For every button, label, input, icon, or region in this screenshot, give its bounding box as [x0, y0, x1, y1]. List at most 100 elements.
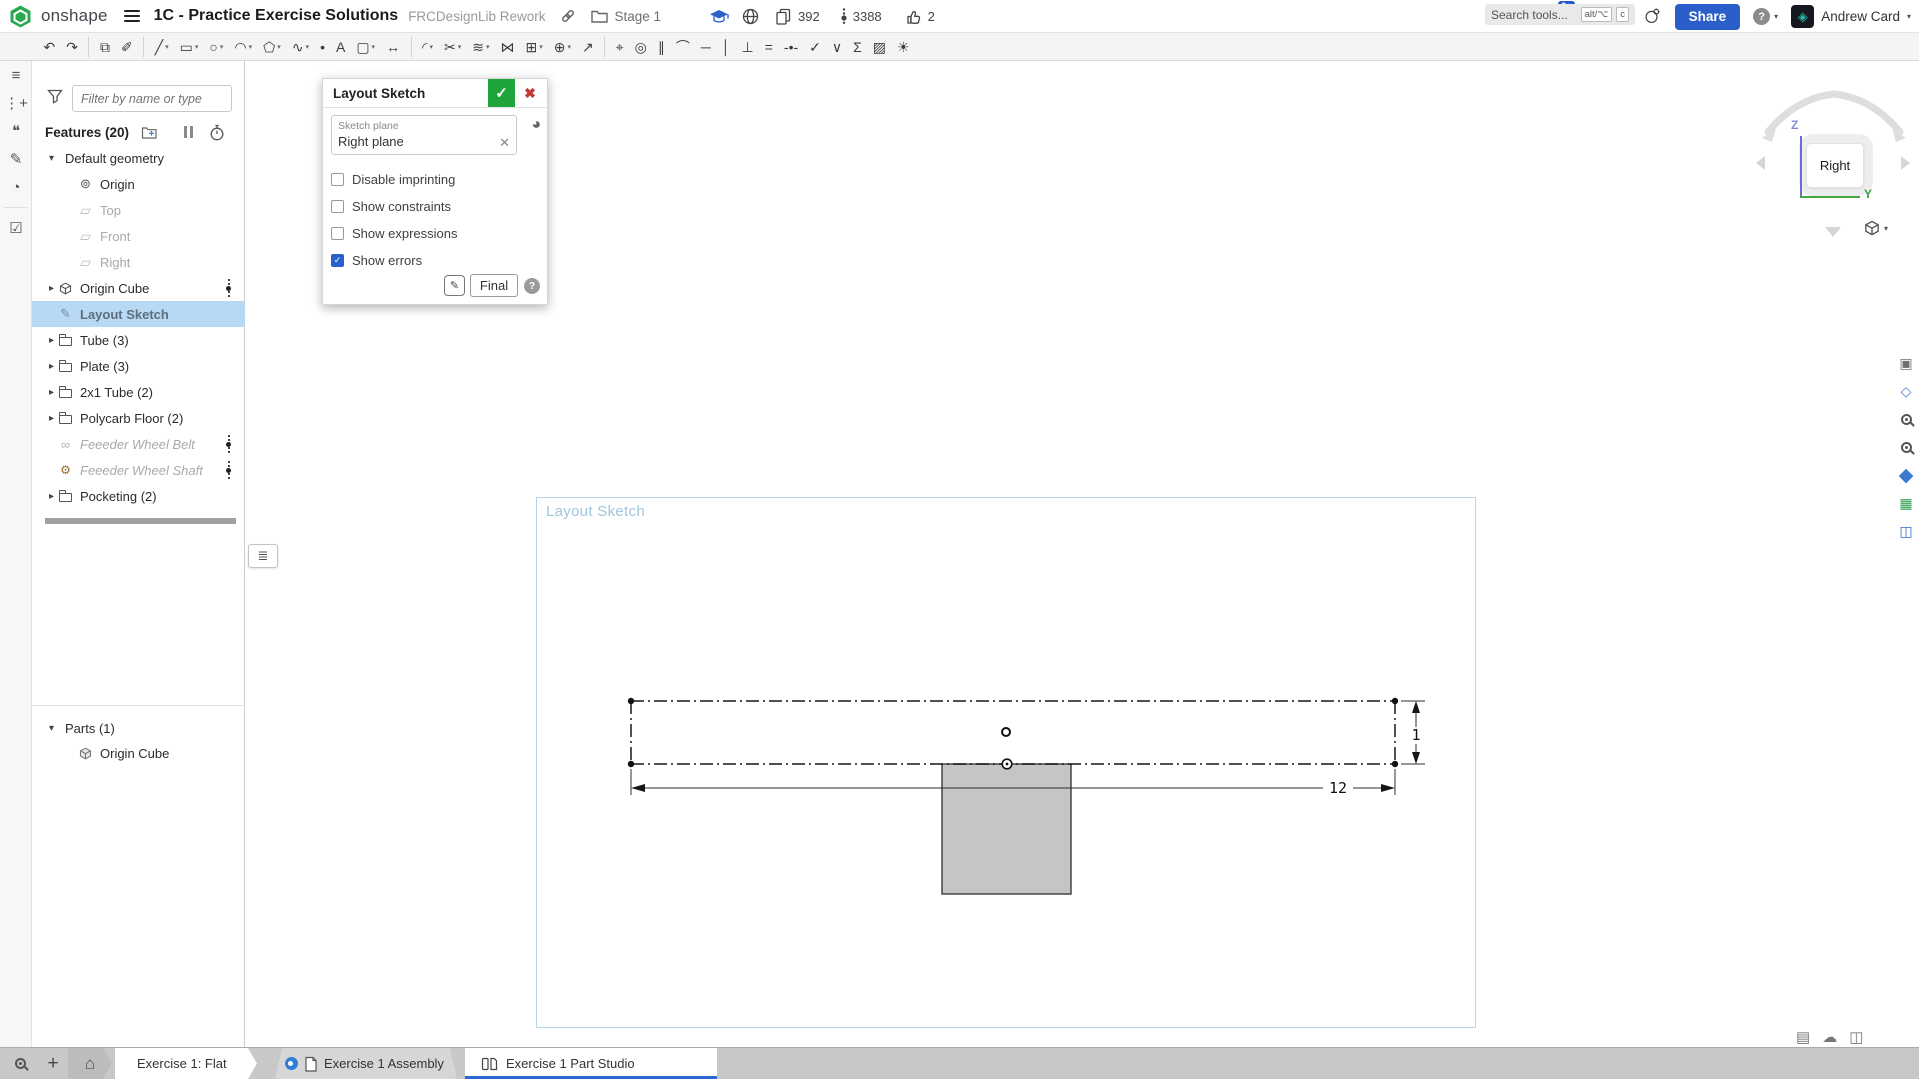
panels-icon[interactable]: ◫ — [1895, 520, 1917, 542]
chevron-right-icon[interactable]: ▸ — [45, 413, 58, 424]
perpendicular-constraint-icon[interactable]: ⊥ — [738, 35, 758, 59]
redo-icon[interactable]: ↷ — [62, 35, 82, 59]
circle-tool-icon[interactable]: ○▾ — [205, 35, 227, 59]
chevron-right-icon[interactable]: ▸ — [45, 283, 58, 294]
polygon-tool-icon[interactable]: ⬠▾ — [259, 35, 285, 59]
normal-constraint-icon[interactable]: ✓ — [805, 35, 825, 59]
checkbox-show-errors[interactable]: ✓ Show errors — [331, 253, 422, 268]
sketch-points[interactable] — [628, 698, 1398, 767]
parts-cube-icon[interactable]: ◆ — [1895, 464, 1917, 486]
filter-input[interactable] — [72, 85, 232, 112]
symmetric-constraint-icon[interactable]: ∨ — [828, 35, 846, 59]
point-tool-icon[interactable]: • — [316, 35, 329, 59]
insert-version-icon[interactable]: ⋮+ — [0, 89, 32, 117]
dimension-tool-icon[interactable]: ↔ — [382, 35, 404, 59]
construction-lines[interactable] — [631, 701, 1395, 764]
part-row-origin-cube[interactable]: Origin Cube — [32, 740, 245, 766]
comments-icon[interactable]: ❝ — [0, 117, 32, 145]
horizontal-constraint-icon[interactable]: ─ — [697, 35, 715, 59]
vertical-constraint-icon[interactable]: │ — [718, 35, 735, 59]
spline-tool-icon[interactable]: ∿▾ — [288, 35, 313, 59]
feature-row-pocketing[interactable]: ▸ Pocketing (2) — [32, 483, 245, 509]
dialog-help-icon[interactable]: ? — [524, 278, 540, 294]
feature-row-feeder-wheel-belt[interactable]: ∞ Feeeder Wheel Belt — [32, 431, 245, 457]
chevron-down-icon[interactable]: ▾ — [372, 43, 376, 51]
part-silhouette[interactable] — [942, 764, 1071, 894]
checkbox-disable-imprinting[interactable]: Disable imprinting — [331, 172, 455, 187]
hamburger-menu-icon[interactable] — [124, 10, 140, 22]
feature-row-right-plane[interactable]: ▱ Right — [32, 249, 245, 275]
confirm-check-icon[interactable]: ✓ — [488, 79, 515, 107]
free-point[interactable] — [1002, 728, 1010, 736]
dimension-vertical[interactable]: 1 — [1411, 701, 1420, 764]
checkbox-show-constraints[interactable]: Show constraints — [331, 199, 451, 214]
stage-breadcrumb[interactable]: Stage 1 — [614, 9, 661, 24]
insert-dxf-dwg-icon[interactable]: ✐ — [117, 35, 137, 59]
new-folder-icon[interactable] — [141, 125, 158, 140]
rectangle-tool-icon[interactable]: ▭▾ — [176, 35, 203, 59]
search-tools-box[interactable]: Search tools... alt/⌥ c — [1485, 4, 1635, 25]
add-tab-button[interactable]: + — [40, 1048, 66, 1079]
tangent-constraint-icon[interactable]: ⌒ — [672, 35, 694, 59]
parallel-constraint-icon[interactable]: ∥ — [654, 35, 669, 59]
chevron-down-icon[interactable]: ▾ — [306, 43, 310, 51]
chevron-down-icon[interactable]: ▾ — [567, 43, 571, 51]
tab-exercise-1-part-studio[interactable]: Exercise 1 Part Studio — [465, 1048, 717, 1079]
checkbox-icon[interactable] — [331, 200, 344, 213]
dialog-header[interactable]: Layout Sketch ✓ ✖ — [323, 79, 547, 108]
chevron-down-icon[interactable]: ▾ — [45, 723, 58, 734]
chevron-right-icon[interactable]: ▸ — [45, 361, 58, 372]
view-cube[interactable]: Right Z Y ▾ — [1748, 84, 1919, 254]
chevron-down-icon[interactable]: ▾ — [195, 43, 199, 51]
rotate-left-icon[interactable] — [1756, 156, 1765, 170]
checkbox-icon[interactable]: ✓ — [331, 254, 344, 267]
mirror-tool-icon[interactable]: ⋈ — [497, 35, 519, 59]
chevron-down-icon[interactable]: ▾ — [458, 43, 462, 51]
view-cube-icon[interactable]: ◇ — [1895, 380, 1917, 402]
help-menu[interactable]: ? ▾ — [1753, 8, 1778, 25]
view-options-cube-icon[interactable]: ▾ — [1864, 220, 1888, 236]
extend-tool-icon[interactable]: ↗ — [578, 35, 598, 59]
feature-row-origin[interactable]: ⊚ Origin — [32, 171, 245, 197]
ai-assistant-icon[interactable] — [1643, 6, 1662, 28]
link-icon[interactable] — [559, 7, 577, 25]
rebuild-timer-icon[interactable] — [209, 124, 225, 141]
zoom-plane-icon[interactable] — [1895, 436, 1917, 458]
feature-row-tube[interactable]: ▸ Tube (3) — [32, 327, 245, 353]
chevron-down-icon[interactable]: ▾ — [220, 43, 224, 51]
pattern-tool-icon[interactable]: ⊞▾ — [522, 35, 547, 59]
suspend-rebuild-icon[interactable] — [184, 126, 193, 138]
thumbs-up-icon[interactable] — [904, 7, 923, 26]
sketch-viewport[interactable]: Layout Sketch 12 — [536, 497, 1476, 1028]
slot-tool-icon[interactable]: ▢▾ — [352, 35, 379, 59]
project-convert-tool-icon[interactable]: ⊕▾ — [550, 35, 575, 59]
feature-row-top-plane[interactable]: ▱ Top — [32, 197, 245, 223]
view-cube-face[interactable]: Right — [1806, 143, 1864, 188]
chevron-down-icon[interactable]: ▾ — [277, 43, 281, 51]
config-table-icon[interactable]: ▦ — [1895, 492, 1917, 514]
fillet-tool-icon[interactable]: ◜▾ — [418, 35, 437, 59]
midpoint-constraint-icon[interactable]: -•- — [780, 35, 802, 59]
coincident-constraint-icon[interactable]: ⌖ — [612, 35, 628, 59]
rollback-handle-icon[interactable] — [226, 461, 231, 479]
line-tool-icon[interactable]: ╱▾ — [151, 35, 173, 59]
checkbox-icon[interactable] — [331, 173, 344, 186]
rollback-handle-icon[interactable] — [226, 279, 231, 297]
layout-sketch-dialog[interactable]: Layout Sketch ✓ ✖ Sketch plane Right pla… — [322, 78, 548, 305]
share-button[interactable]: Share — [1675, 4, 1741, 30]
checkbox-icon[interactable] — [331, 227, 344, 240]
clear-selection-icon[interactable]: ✕ — [499, 135, 510, 151]
user-menu[interactable]: ◈ Andrew Card ▾ — [1791, 5, 1911, 28]
rollback-bar[interactable] — [45, 518, 236, 524]
paste-sketch-icon[interactable]: ⧉ — [96, 35, 114, 59]
feature-row-polycarb-floor[interactable]: ▸ Polycarb Floor (2) — [32, 405, 245, 431]
feature-row-plate[interactable]: ▸ Plate (3) — [32, 353, 245, 379]
chevron-down-icon[interactable]: ▾ — [539, 43, 543, 51]
offset-tool-icon[interactable]: ≋▾ — [468, 35, 493, 59]
checkbox-show-expressions[interactable]: Show expressions — [331, 226, 458, 241]
feature-row-default-geometry[interactable]: ▾ Default geometry — [32, 145, 245, 171]
undo-icon[interactable]: ↶ — [40, 35, 60, 59]
cancel-x-icon[interactable]: ✖ — [517, 79, 543, 107]
chevron-down-icon[interactable]: ▾ — [45, 153, 58, 164]
text-tool-icon[interactable]: A — [332, 35, 349, 59]
